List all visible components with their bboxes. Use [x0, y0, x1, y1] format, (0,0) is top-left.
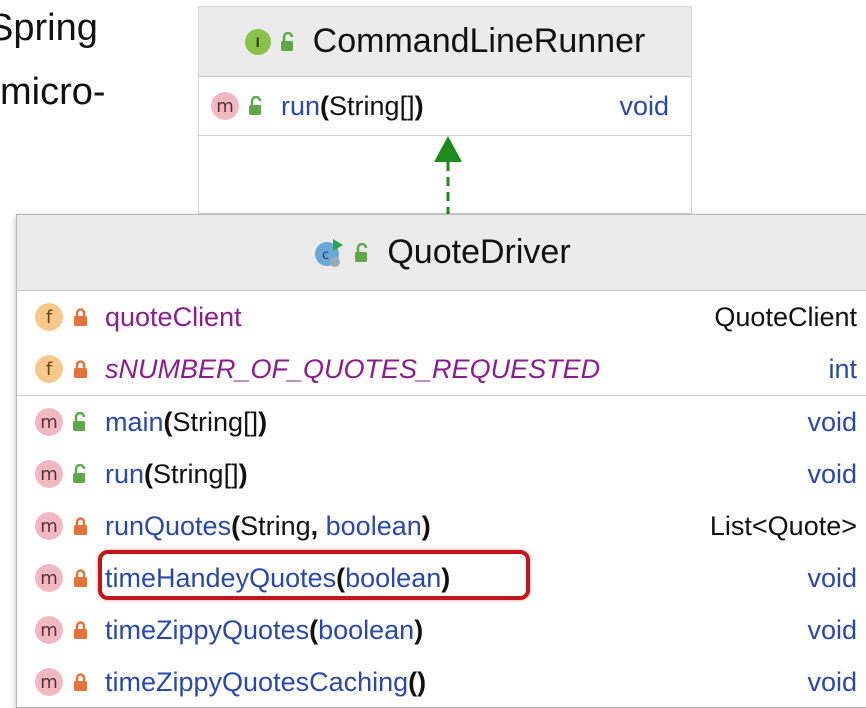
method-icon: m — [35, 668, 63, 696]
field-icon: f — [35, 303, 63, 331]
method-icon: m — [35, 564, 63, 592]
paren-open: ( — [320, 90, 330, 121]
static-method-icon: m — [35, 408, 63, 436]
field-type: QuoteClient — [714, 301, 857, 332]
return-type: void — [807, 458, 857, 489]
method-row-time-zippy-quotes[interactable]: m timeZippyQuotes (boolean) void — [35, 604, 866, 656]
return-type: void — [807, 406, 857, 437]
method-name: runQuotes — [105, 510, 232, 541]
private-visibility-icon — [69, 568, 93, 588]
field-type: int — [828, 353, 857, 384]
return-type: void — [807, 666, 857, 697]
field-name: quoteClient — [105, 301, 242, 332]
class-icon: c — [313, 237, 345, 269]
method-row-run-quotes[interactable]: m runQuotes (String, boolean) List<Quote… — [35, 500, 866, 552]
method-param-a: String[] — [172, 406, 259, 437]
field-name: sNUMBER_OF_QUOTES_REQUESTED — [105, 353, 601, 384]
method-name: run — [105, 458, 145, 489]
slide-text-line-2: micro- — [0, 71, 106, 113]
interface-title: CommandLineRunner — [312, 22, 646, 60]
return-type: void — [619, 90, 669, 121]
private-visibility-icon — [69, 307, 93, 327]
private-visibility-icon — [69, 620, 93, 640]
method-param-a: String[] — [153, 458, 239, 489]
class-title: QuoteDriver — [387, 233, 571, 271]
interface-icon: I — [244, 28, 271, 55]
static-field-icon: f — [35, 355, 63, 383]
method-params: String[] — [329, 90, 415, 121]
interface-methods: m run (String[]) void — [199, 77, 691, 136]
method-name: timeZippyQuotesCaching — [105, 666, 409, 697]
public-visibility-icon — [69, 464, 93, 484]
method-icon: m — [211, 92, 239, 120]
public-visibility-icon — [245, 96, 269, 116]
return-type: List<Quote> — [709, 510, 857, 541]
method-name: main — [105, 406, 164, 437]
field-row-snumber[interactable]: f sNUMBER_OF_QUOTES_REQUESTED int — [35, 343, 866, 395]
method-param-b: boolean — [325, 510, 422, 541]
implements-arrow — [434, 136, 462, 218]
fields-section: f quoteClient QuoteClient f sNUMBER_OF_Q… — [17, 291, 866, 395]
method-name: run — [281, 90, 321, 121]
field-row-quote-client[interactable]: f quoteClient QuoteClient — [35, 291, 866, 343]
method-param-b: boolean — [318, 614, 415, 645]
public-visibility-icon — [69, 412, 93, 432]
interface-method-row[interactable]: m run (String[]) void — [211, 77, 679, 135]
paren-close: ) — [414, 90, 424, 121]
public-visibility-icon — [277, 31, 301, 52]
class-box[interactable]: c QuoteDriver f quoteClient QuoteClient … — [16, 214, 866, 708]
svg-text:c: c — [322, 248, 329, 263]
method-param-a: String — [240, 510, 311, 541]
method-row-run[interactable]: m run (String[]) void — [35, 448, 866, 500]
method-row-time-zippy-quotes-caching[interactable]: m timeZippyQuotesCaching () void — [35, 656, 866, 708]
return-type: void — [807, 562, 857, 593]
method-name: timeZippyQuotes — [105, 614, 310, 645]
public-visibility-icon — [351, 242, 375, 263]
return-type: void — [807, 614, 857, 645]
interface-header: I CommandLineRunner — [199, 7, 691, 77]
private-visibility-icon — [69, 359, 93, 379]
method-row-main[interactable]: m main (String[]) void — [35, 396, 866, 448]
private-visibility-icon — [69, 672, 93, 692]
private-visibility-icon — [69, 516, 93, 536]
class-header: c QuoteDriver — [17, 215, 866, 291]
method-icon: m — [35, 512, 63, 540]
method-icon: m — [35, 616, 63, 644]
slide-text-line-1: Spring — [0, 7, 98, 49]
highlight-box — [98, 550, 530, 600]
method-icon: m — [35, 460, 63, 488]
